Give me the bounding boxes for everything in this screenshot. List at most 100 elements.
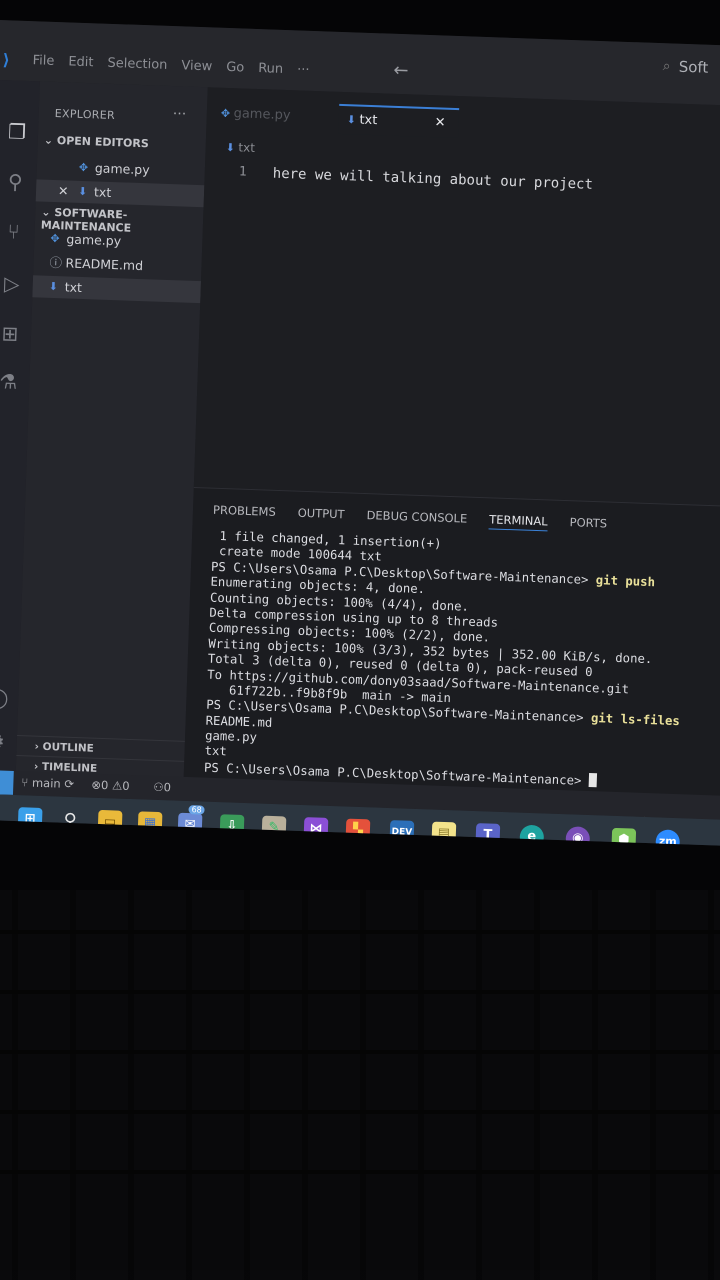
teams-icon[interactable]: T — [475, 823, 501, 847]
explorer-header: EXPLORER — [54, 106, 116, 123]
ports-status[interactable]: ⚇0 — [153, 780, 171, 795]
tab-label: game.py — [233, 106, 291, 124]
warning-icon: ⚠ — [111, 778, 123, 793]
windows-start-icon[interactable]: ⊞ — [17, 807, 43, 832]
remote-indicator[interactable]: ✕ — [0, 769, 14, 795]
python-icon: ✥ — [50, 231, 60, 246]
devhome-icon[interactable]: DEV — [389, 820, 415, 845]
search-icon[interactable]: ⌕ — [663, 58, 671, 74]
file-item[interactable]: ✥ game.py — [34, 227, 203, 255]
open-editor-label: txt — [93, 184, 112, 200]
keyboard-row — [0, 930, 720, 934]
file-label: txt — [64, 279, 83, 296]
ports-count: 0 — [163, 780, 172, 795]
open-editor-label: game.py — [94, 160, 150, 178]
app-installer-icon[interactable]: ⇩ — [219, 814, 245, 839]
git-branch-icon: ⑂ — [21, 775, 33, 790]
tab-output[interactable]: OUTPUT — [297, 506, 345, 525]
terminal-command: git ls-files — [590, 711, 681, 729]
text-file-icon: ⬇ — [48, 279, 59, 294]
search-view-icon[interactable]: ⚲ — [2, 168, 29, 195]
open-editor-item-active[interactable]: ✕ ⬇ txt — [35, 179, 205, 208]
file-item-selected[interactable]: ⬇ txt — [32, 275, 202, 304]
laptop-screen: ⟩ File Edit Selection View Go Run ··· ← … — [0, 20, 720, 847]
vscode-logo-icon: ⟩ — [2, 50, 11, 70]
tab-terminal[interactable]: TERMINAL — [488, 512, 548, 532]
cube-icon[interactable]: ⬢ — [611, 827, 637, 847]
keyboard-row — [0, 1170, 720, 1174]
command-center-title[interactable]: Soft — [678, 58, 708, 77]
file-label: game.py — [66, 231, 122, 249]
source-control-icon[interactable]: ⑂ — [0, 218, 27, 245]
bottom-panel: PROBLEMS OUTPUT DEBUG CONSOLE TERMINAL P… — [183, 487, 720, 823]
settings-gear-icon[interactable]: ⚙ — [0, 728, 9, 755]
open-editors-section[interactable]: ⌄ OPEN EDITORS — [44, 134, 149, 151]
terminal-command: git push — [595, 572, 656, 589]
tab-debug-console[interactable]: DEBUG CONSOLE — [366, 508, 467, 529]
search-icon[interactable]: ⚲ — [58, 809, 83, 834]
store-icon[interactable]: ▦ — [137, 811, 163, 837]
tab-ports[interactable]: PORTS — [569, 515, 607, 533]
breadcrumb[interactable]: ⬇ txt — [225, 140, 255, 155]
tab-label: txt — [359, 112, 378, 129]
paint-icon[interactable]: ✎ — [261, 815, 287, 841]
open-editor-item[interactable]: ✥ game.py — [37, 155, 206, 183]
testing-flask-icon[interactable]: ⚗ — [0, 368, 22, 395]
mail-icon[interactable]: ✉ — [177, 812, 203, 838]
edge-icon[interactable]: e — [519, 824, 545, 847]
error-count: 0 — [100, 777, 109, 793]
tab-problems[interactable]: PROBLEMS — [213, 503, 276, 522]
branch-status[interactable]: ⑂ main ⟳ — [21, 775, 74, 791]
info-icon: ⓘ — [49, 254, 63, 271]
keyboard-row — [0, 1110, 720, 1114]
menu-edit[interactable]: Edit — [68, 54, 94, 70]
account-icon[interactable]: ◯ — [0, 684, 11, 711]
menu-file[interactable]: File — [32, 53, 54, 69]
tab-game-py[interactable]: ✥ game.py — [220, 100, 291, 130]
text-file-icon: ⬇ — [77, 184, 88, 199]
branch-label: main — [31, 775, 61, 791]
menu-view[interactable]: View — [181, 58, 212, 74]
python-icon: ✥ — [220, 106, 234, 121]
keyboard-row — [0, 990, 720, 994]
visual-studio-icon[interactable]: ⋈ — [303, 817, 329, 842]
chevron-right-icon: › — [34, 740, 40, 753]
line-number: 1 — [238, 164, 247, 180]
menu-go[interactable]: Go — [226, 60, 245, 76]
chevron-down-icon: ⌄ — [41, 205, 55, 220]
file-item[interactable]: ⓘ README.md — [33, 251, 202, 279]
terminal-cursor — [588, 772, 598, 788]
code-line[interactable]: here we will talking about our project — [273, 166, 594, 193]
keyboard-background — [0, 890, 720, 1280]
breadcrumb-label: txt — [238, 140, 256, 155]
file-label: README.md — [65, 255, 144, 274]
mail-badge: 68 — [188, 805, 205, 815]
editor-area: ✥ game.py ⬇ txt ✕ ⬇ txt 1 here we will t… — [193, 87, 720, 507]
explorer-files-icon[interactable]: ❐ — [4, 118, 31, 145]
close-tab-icon[interactable]: ✕ — [434, 109, 446, 137]
problems-status[interactable]: ⊗0 ⚠0 — [91, 778, 130, 793]
zoom-icon[interactable]: zm — [655, 829, 681, 847]
github-desktop-icon[interactable]: ◉ — [565, 826, 591, 847]
keyboard-row — [0, 1050, 720, 1054]
text-file-icon: ⬇ — [346, 113, 360, 127]
explorer-more-button[interactable]: ··· — [173, 106, 187, 122]
extensions-icon[interactable]: ⊞ — [0, 320, 24, 347]
file-explorer-icon[interactable]: ▭ — [97, 809, 123, 835]
explorer-sidebar: EXPLORER ··· ⌄ OPEN EDITORS ✥ game.py ✕ … — [15, 81, 208, 797]
back-arrow-icon[interactable]: ← — [393, 60, 409, 82]
terminal-output[interactable]: 1 file changed, 1 insertion(+) create mo… — [204, 529, 686, 792]
run-debug-icon[interactable]: ▷ — [0, 270, 25, 297]
notes-icon[interactable]: ▤ — [431, 821, 457, 847]
open-editors-label: OPEN EDITORS — [56, 134, 149, 151]
close-icon[interactable]: ✕ — [58, 180, 69, 202]
python-icon: ✥ — [78, 160, 89, 175]
office-icon[interactable]: ▚ — [345, 818, 371, 844]
menu-bar: File Edit Selection View Go Run ··· — [32, 53, 309, 78]
menu-selection[interactable]: Selection — [107, 56, 167, 73]
error-icon: ⊗ — [91, 777, 102, 792]
tab-txt[interactable]: ⬇ txt ✕ — [338, 103, 460, 139]
menu-more[interactable]: ··· — [297, 62, 310, 77]
sync-icon[interactable]: ⟳ — [64, 777, 74, 791]
menu-run[interactable]: Run — [258, 61, 283, 77]
